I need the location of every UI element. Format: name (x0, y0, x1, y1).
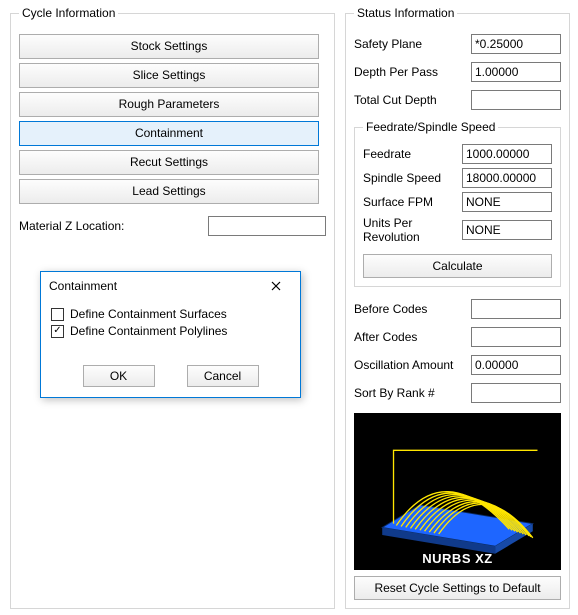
total-cut-depth-row: Total Cut Depth (354, 90, 561, 110)
units-per-rev-input[interactable] (462, 220, 552, 240)
sort-rank-label: Sort By Rank # (354, 386, 471, 400)
status-info-group: Status Information Safety Plane Depth Pe… (345, 6, 570, 609)
before-codes-label: Before Codes (354, 302, 471, 316)
dialog-button-row: OK Cancel (41, 357, 300, 397)
safety-plane-label: Safety Plane (354, 37, 471, 51)
recut-settings-button[interactable]: Recut Settings (19, 150, 319, 175)
containment-dialog: Containment Define Containment Surfaces … (40, 271, 301, 398)
calculate-button[interactable]: Calculate (363, 254, 552, 278)
before-codes-input[interactable] (471, 299, 561, 319)
material-z-label: Material Z Location: (19, 219, 208, 233)
nurbs-preview-icon (354, 413, 561, 570)
define-surfaces-label: Define Containment Surfaces (70, 307, 227, 321)
oscillation-row: Oscillation Amount (354, 355, 561, 375)
total-cut-depth-label: Total Cut Depth (354, 93, 471, 107)
checkbox-icon: ✓ (51, 325, 64, 338)
containment-button[interactable]: Containment (19, 121, 319, 146)
ok-button[interactable]: OK (83, 365, 155, 387)
feedrate-label: Feedrate (363, 147, 462, 161)
surface-fpm-input[interactable] (462, 192, 552, 212)
status-info-legend: Status Information (354, 6, 457, 20)
safety-plane-row: Safety Plane (354, 34, 561, 54)
slice-settings-button[interactable]: Slice Settings (19, 63, 319, 88)
stock-settings-button[interactable]: Stock Settings (19, 34, 319, 59)
before-codes-row: Before Codes (354, 299, 561, 319)
after-codes-label: After Codes (354, 330, 471, 344)
close-icon (271, 281, 281, 291)
preview-caption: NURBS XZ (354, 551, 561, 566)
surface-fpm-label: Surface FPM (363, 195, 462, 209)
units-per-rev-label: Units Per Revolution (363, 216, 462, 244)
surface-fpm-row: Surface FPM (363, 192, 552, 212)
feedrate-input[interactable] (462, 144, 552, 164)
total-cut-depth-input[interactable] (471, 90, 561, 110)
depth-per-pass-input[interactable] (471, 62, 561, 82)
depth-per-pass-label: Depth Per Pass (354, 65, 471, 79)
spindle-speed-input[interactable] (462, 168, 552, 188)
spindle-speed-row: Spindle Speed (363, 168, 552, 188)
preview-image: NURBS XZ (354, 413, 561, 570)
define-polylines-checkbox[interactable]: ✓ Define Containment Polylines (51, 324, 290, 338)
feedrate-row: Feedrate (363, 144, 552, 164)
checkbox-icon (51, 308, 64, 321)
dialog-close-button[interactable] (260, 275, 292, 297)
dialog-body: Define Containment Surfaces ✓ Define Con… (41, 300, 300, 357)
status-info-panel: Status Information Safety Plane Depth Pe… (345, 0, 578, 615)
feedrate-spindle-group: Feedrate/Spindle Speed Feedrate Spindle … (354, 120, 561, 287)
define-surfaces-checkbox[interactable]: Define Containment Surfaces (51, 307, 290, 321)
lead-settings-button[interactable]: Lead Settings (19, 179, 319, 204)
after-codes-input[interactable] (471, 327, 561, 347)
spindle-speed-label: Spindle Speed (363, 171, 462, 185)
material-z-input[interactable] (208, 216, 326, 236)
dialog-title-text: Containment (49, 279, 260, 293)
define-polylines-label: Define Containment Polylines (70, 324, 227, 338)
cancel-button[interactable]: Cancel (187, 365, 259, 387)
feedrate-spindle-legend: Feedrate/Spindle Speed (363, 120, 498, 134)
after-codes-row: After Codes (354, 327, 561, 347)
safety-plane-input[interactable] (471, 34, 561, 54)
depth-per-pass-row: Depth Per Pass (354, 62, 561, 82)
dialog-titlebar: Containment (41, 272, 300, 300)
oscillation-label: Oscillation Amount (354, 358, 471, 372)
cycle-info-legend: Cycle Information (19, 6, 118, 20)
rough-parameters-button[interactable]: Rough Parameters (19, 92, 319, 117)
oscillation-input[interactable] (471, 355, 561, 375)
reset-cycle-button[interactable]: Reset Cycle Settings to Default (354, 576, 561, 600)
sort-rank-input[interactable] (471, 383, 561, 403)
sort-rank-row: Sort By Rank # (354, 383, 561, 403)
material-z-row: Material Z Location: (19, 216, 326, 236)
units-per-rev-row: Units Per Revolution (363, 216, 552, 244)
